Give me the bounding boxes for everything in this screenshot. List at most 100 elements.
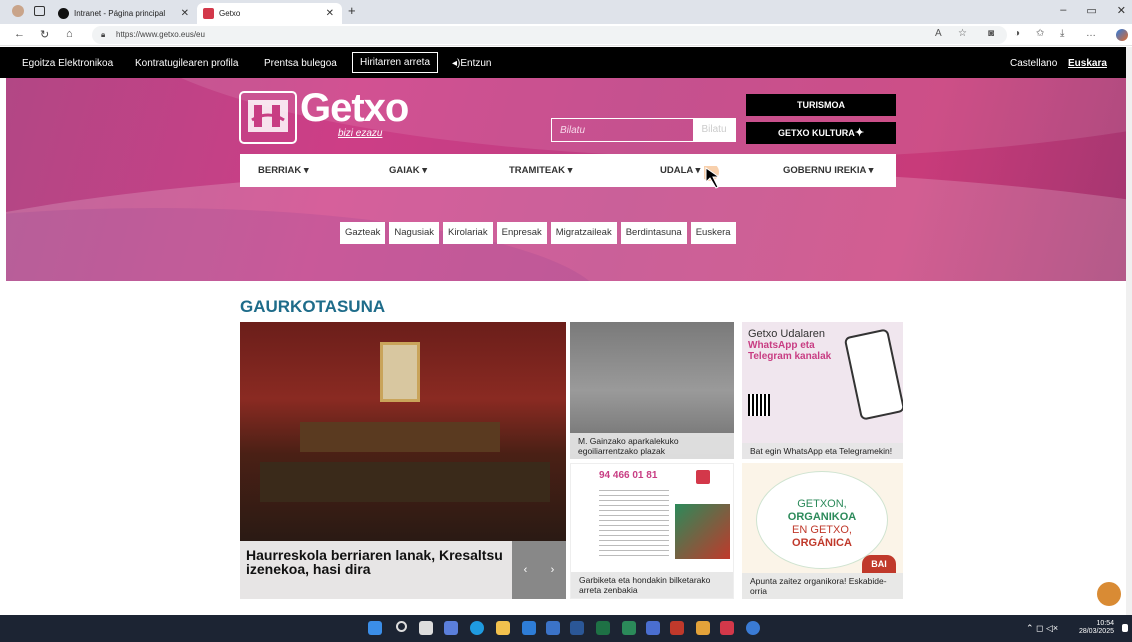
qr-code-icon <box>748 394 770 416</box>
clock-date: 28/03/2025 <box>1078 628 1114 635</box>
globe-icon[interactable] <box>746 621 760 635</box>
edge-icon <box>58 8 69 19</box>
page-scrollbar[interactable] <box>1126 47 1132 615</box>
refresh-icon[interactable]: ↻ <box>40 28 49 41</box>
nav-berriak[interactable]: BERRIAK ▾ <box>258 165 309 176</box>
read-aloud-icon[interactable]: A <box>935 28 942 39</box>
getxo-kultura-button[interactable]: GETXO KULTURA✦ <box>746 122 896 144</box>
more-icon[interactable]: … <box>1086 28 1096 39</box>
edge-taskbar-icon[interactable] <box>470 621 484 635</box>
copilot-icon[interactable] <box>1116 29 1128 41</box>
turismoa-button[interactable]: TURISMOA <box>746 94 896 116</box>
phone-image <box>843 328 903 421</box>
news-card-caption: Apunta zaitez organikora! Eskabide-orria <box>742 573 903 599</box>
search-icon[interactable] <box>396 621 407 632</box>
council-photo <box>240 322 566 542</box>
window-controls: – ▭ ✕ <box>1060 4 1126 17</box>
search-input[interactable] <box>552 119 692 141</box>
close-window-icon[interactable]: ✕ <box>1117 4 1126 17</box>
link-kontratugile[interactable]: Kontratugilearen profila <box>135 58 238 69</box>
nav-gaiak[interactable]: GAIAK ▾ <box>389 165 427 176</box>
minimize-icon[interactable]: – <box>1060 4 1066 17</box>
tag-berdintasuna[interactable]: Berdintasuna <box>620 222 687 244</box>
nav-gobernu-irekia[interactable]: GOBERNU IREKIA ▾ <box>783 165 873 176</box>
star-icon: ✦ <box>854 127 865 139</box>
explorer-icon[interactable] <box>496 621 510 635</box>
tool-icon[interactable] <box>696 621 710 635</box>
chat-icon[interactable] <box>444 621 458 635</box>
getxo-app-icon[interactable] <box>720 621 734 635</box>
prev-arrow-icon[interactable]: ‹ <box>524 564 528 576</box>
whatsapp-subtitle: WhatsApp eta Telegram kanalak <box>748 340 832 362</box>
nav-udala[interactable]: UDALA ▾ <box>660 165 700 176</box>
news-main-card[interactable]: Haurreskola berriaren lanak, Kresaltsu i… <box>240 322 566 599</box>
link-egoitza[interactable]: Egoitza Elektronikoa <box>22 58 113 69</box>
phone-number: 94 466 01 81 <box>599 470 658 481</box>
hiritarren-arreta-button[interactable]: Hiritarren arreta <box>352 52 439 73</box>
profile-icon[interactable] <box>12 5 24 17</box>
start-icon[interactable] <box>368 621 382 635</box>
home-icon[interactable]: ⌂ <box>66 28 73 40</box>
tag-nagusiak[interactable]: Nagusiak <box>389 222 439 244</box>
whatsapp-title: Getxo Udalaren <box>748 328 826 340</box>
lang-castellano[interactable]: Castellano <box>1010 58 1057 69</box>
mouse-cursor-icon <box>704 166 721 189</box>
tab-title: Intranet - Página principal <box>74 9 166 18</box>
tab-intranet[interactable]: Intranet - Página principal ✕ <box>52 3 197 24</box>
extension-icon[interactable]: ◙ <box>988 28 994 39</box>
text-lines <box>599 486 669 556</box>
sheet-icon[interactable] <box>622 621 636 635</box>
favorites-icon[interactable]: ✩ <box>1036 28 1044 39</box>
notification-icon[interactable] <box>1122 624 1128 632</box>
address-bar-row: ← ↻ ⌂ 🔒︎ https://www.getxo.eus/eu A ☆ ◙ … <box>0 24 1132 46</box>
pdf-icon[interactable] <box>670 621 684 635</box>
search-box: Bilatu <box>551 118 736 142</box>
link-prentsa[interactable]: Prentsa bulegoa <box>264 58 337 69</box>
url-field[interactable]: 🔒︎ https://www.getxo.eus/eu <box>92 26 1007 44</box>
split-icon[interactable]: ◑ <box>1014 28 1020 39</box>
lang-euskara[interactable]: Euskara <box>1068 58 1107 69</box>
search-button[interactable]: Bilatu <box>693 119 735 141</box>
kultura-label: GETXO KULTURA <box>777 128 855 138</box>
url-text: https://www.getxo.eus/eu <box>116 30 205 39</box>
cookie-icon[interactable] <box>1097 582 1121 606</box>
getxo-logo[interactable]: Getxo bizi ezazu <box>238 86 409 145</box>
tag-gazteak[interactable]: Gazteak <box>340 222 386 244</box>
logo-tagline: bizi ezazu <box>338 128 383 139</box>
section-title: GAURKOTASUNA <box>240 297 386 316</box>
news-card-caption: M. Gainzako aparkalekuko egoiliarrentzak… <box>570 433 734 459</box>
new-tab-button[interactable]: + <box>348 3 356 18</box>
outlook-icon[interactable] <box>546 621 560 635</box>
back-icon[interactable]: ← <box>14 28 25 40</box>
word-icon[interactable] <box>570 621 584 635</box>
tag-euskera[interactable]: Euskera <box>690 222 736 244</box>
tab-actions-icon[interactable] <box>34 6 45 16</box>
tag-migratzaileak[interactable]: Migratzaileak <box>550 222 617 244</box>
news-card-parking[interactable]: M. Gainzako aparkalekuko egoiliarrentzak… <box>570 322 734 459</box>
app-icon[interactable] <box>522 621 536 635</box>
tray-icons[interactable]: ⌃ ◻ ◁× <box>1026 623 1058 634</box>
organic-line-1: GETXON, <box>797 498 847 510</box>
favorite-star-icon[interactable]: ☆ <box>958 28 967 39</box>
next-arrow-icon[interactable]: › <box>551 564 555 576</box>
main-nav: BERRIAK ▾ GAIAK ▾ TRAMITEAK ▾ UDALA ▾ GO… <box>240 154 896 187</box>
clock[interactable]: 10:54 28/03/2025 <box>1079 620 1114 636</box>
close-tab-icon[interactable]: ✕ <box>181 8 189 19</box>
bins-image <box>675 504 730 559</box>
nav-tramiteak[interactable]: TRAMITEAK ▾ <box>509 165 572 176</box>
windows-taskbar: ⌃ ◻ ◁× 10:54 28/03/2025 <box>0 615 1132 642</box>
restore-icon[interactable]: ▭ <box>1086 4 1096 17</box>
tag-enpresak[interactable]: Enpresak <box>496 222 547 244</box>
news-card-whatsapp[interactable]: Getxo Udalaren WhatsApp eta Telegram kan… <box>742 322 903 459</box>
task-view-icon[interactable] <box>419 621 433 635</box>
tag-kirolariak[interactable]: Kirolariak <box>443 222 493 244</box>
download-icon[interactable]: ⤓ <box>1060 28 1064 39</box>
close-tab-icon[interactable]: ✕ <box>326 8 334 19</box>
tab-getxo[interactable]: Getxo ✕ <box>197 3 342 24</box>
excel-icon[interactable] <box>596 621 610 635</box>
doc-icon[interactable] <box>646 621 660 635</box>
news-card-caption: Bat egin WhatsApp eta Telegramekin! <box>742 443 903 459</box>
listen-button[interactable]: ◂)Entzun <box>452 58 491 69</box>
news-card-organic[interactable]: GETXON, ORGANIKOA EN GETXO, ORGÁNICA BAI… <box>742 463 903 599</box>
news-card-cleaning[interactable]: 94 466 01 81 Garbiketa eta hondakin bilk… <box>570 463 734 599</box>
